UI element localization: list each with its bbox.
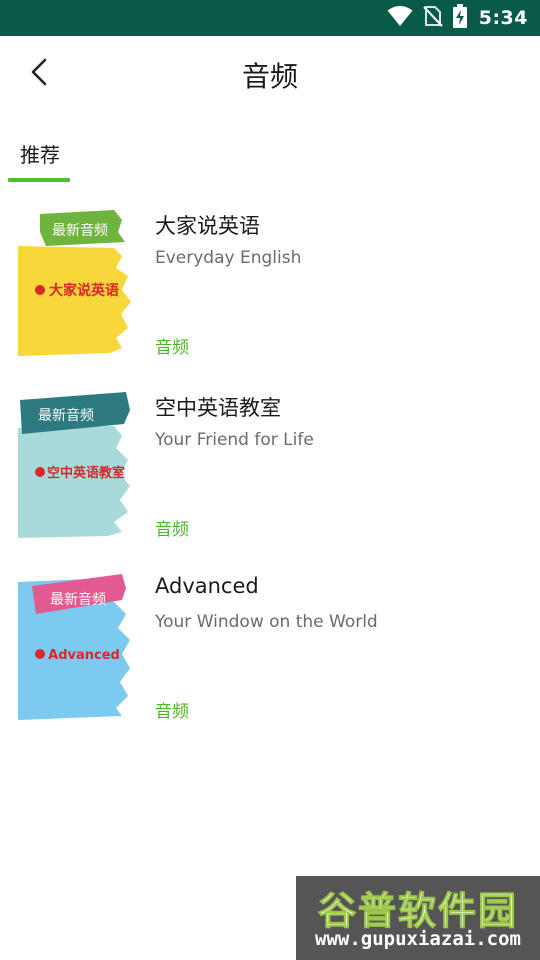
status-bar: 5:34 (0, 0, 540, 36)
wifi-icon (387, 5, 413, 31)
app-header: 音频 (0, 36, 540, 114)
item-subtitle: Everyday English (155, 248, 302, 268)
audio-list: 最新音频 大家说英语 大家说英语 Everyday English 音频 最新音… (0, 200, 540, 746)
tab-bar: 推荐 (0, 130, 540, 182)
list-item[interactable]: 最新音频 大家说英语 大家说英语 Everyday English 音频 (0, 200, 540, 382)
item-subtitle: Your Friend for Life (155, 430, 314, 450)
cover-image: 最新音频 大家说英语 (18, 210, 131, 356)
cover-logo-text: 空中英语教室 (47, 465, 125, 481)
watermark-url: www.gupuxiazai.com (315, 928, 521, 950)
watermark: 谷普软件园 www.gupuxiazai.com (296, 876, 540, 960)
cover-logo-text: Advanced (48, 648, 120, 663)
tab-active-indicator (8, 178, 70, 182)
item-category-tag: 音频 (155, 338, 189, 358)
item-subtitle: Your Window on the World (155, 612, 378, 632)
list-item[interactable]: 最新音频 空中英语教室 空中英语教室 Your Friend for Life … (0, 382, 540, 564)
watermark-text: 谷普软件园 (317, 889, 518, 934)
battery-charging-icon (452, 4, 467, 32)
page-title: 音频 (241, 60, 298, 93)
item-title: 空中英语教室 (155, 396, 281, 420)
item-title: Advanced (155, 574, 259, 598)
item-title: 大家说英语 (155, 214, 260, 238)
tab-label: 推荐 (20, 143, 60, 167)
cover-banner-text: 最新音频 (52, 222, 108, 239)
cover-image: 最新音频 空中英语教室 (18, 392, 130, 538)
status-time: 5:34 (478, 7, 528, 29)
cover-banner-text: 最新音频 (50, 591, 106, 608)
cover-image: 最新音频 Advanced (18, 574, 130, 720)
owl-logo-icon (35, 649, 45, 659)
cover-banner-text: 最新音频 (38, 407, 94, 424)
list-item[interactable]: 最新音频 Advanced Advanced Your Window on th… (0, 564, 540, 746)
status-icons: 5:34 (377, 0, 528, 36)
owl-logo-icon (35, 285, 45, 295)
cover-logo-text: 大家说英语 (49, 282, 119, 299)
item-category-tag: 音频 (155, 520, 189, 540)
owl-logo-icon (35, 467, 45, 477)
item-category-tag: 音频 (155, 702, 189, 722)
tab-recommended[interactable]: 推荐 (8, 130, 70, 182)
no-sim-icon (423, 5, 443, 31)
